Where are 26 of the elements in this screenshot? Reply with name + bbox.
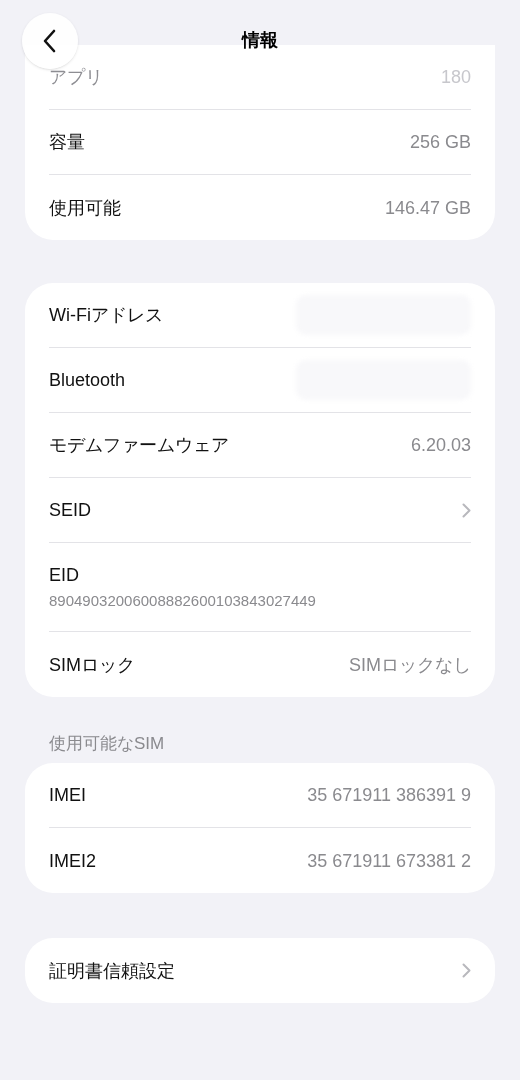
row-value: 146.47 GB [384, 196, 471, 220]
section-heading: 使用可能なSIM [49, 733, 165, 755]
row-value: SIMロックなし [349, 653, 471, 677]
row-label[interactable]: 証明書信頼設定 [49, 958, 175, 983]
row-label[interactable]: SEID [49, 498, 91, 522]
chevron-icon [462, 963, 471, 978]
row-label: EID [49, 564, 80, 587]
back-button[interactable] [22, 13, 78, 69]
page-title: 情報 [242, 29, 278, 52]
row-label: SIMロック [49, 653, 135, 677]
row-value: 6.20.03 [410, 434, 471, 457]
row-label: Wi-Fiアドレス [49, 304, 163, 327]
row-value: 35 671911 673381 2 [307, 849, 471, 873]
row-value: 256 GB [409, 131, 471, 154]
row-label: 使用可能 [49, 196, 121, 220]
row-label: Bluetooth [49, 369, 126, 392]
row-label: 容量 [49, 131, 85, 154]
row-value: 180 [440, 66, 471, 89]
back-icon [43, 29, 57, 53]
row-label: IMEI2 [49, 849, 96, 873]
chevron-icon [462, 502, 471, 518]
row-value: 35 671911 386391 9 [307, 784, 471, 807]
row-value: 89049032006008882600103843027449 [49, 591, 317, 611]
row-label: モデムファームウェア [49, 434, 229, 457]
row-label: アプリ [49, 66, 103, 89]
row-label: IMEI [49, 784, 86, 807]
